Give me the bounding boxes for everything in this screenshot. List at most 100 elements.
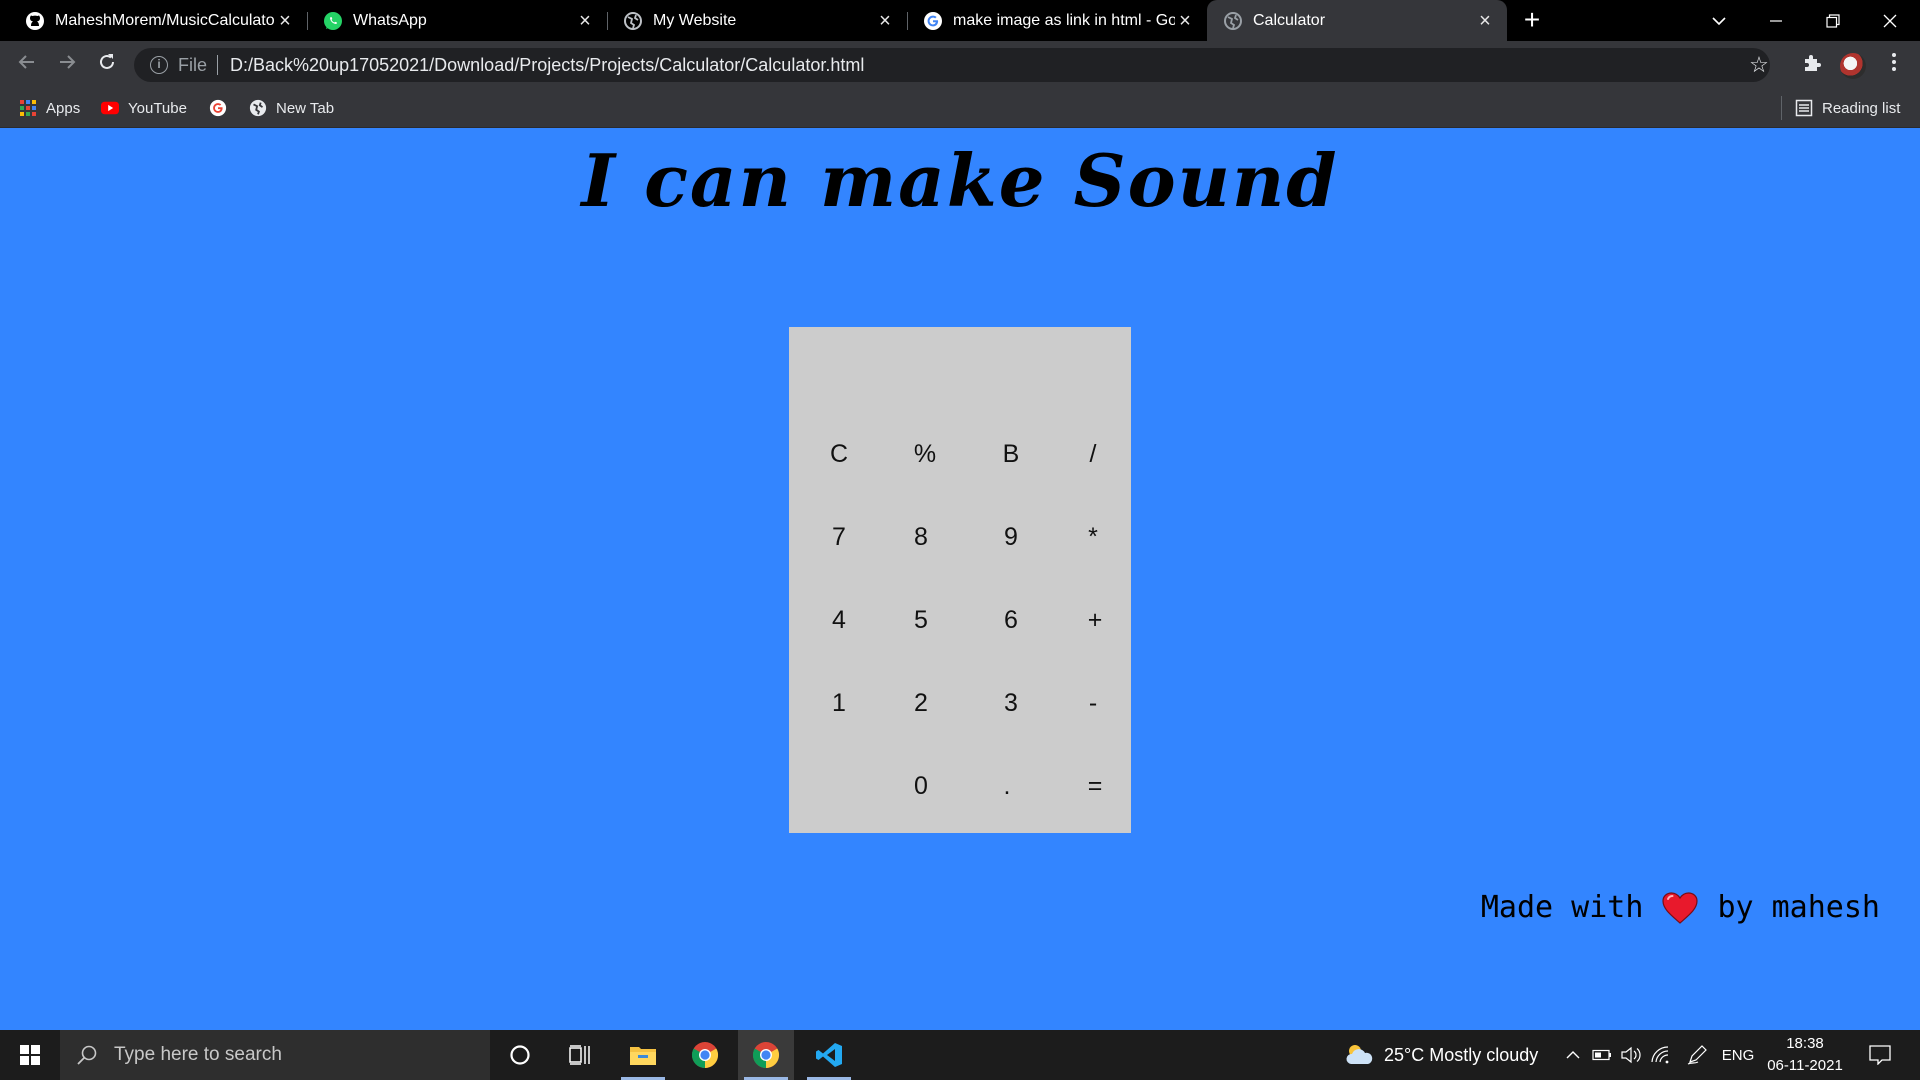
close-window-button[interactable] <box>1865 0 1915 41</box>
search-placeholder: Type here to search <box>114 1044 282 1065</box>
windows-logo-icon <box>20 1045 40 1065</box>
profile-avatar[interactable] <box>1840 53 1866 79</box>
forward-button[interactable] <box>52 50 82 80</box>
tab-title: MaheshMorem/MusicCalculator: <box>55 11 275 29</box>
tab-github[interactable]: MaheshMorem/MusicCalculator: × <box>0 0 307 41</box>
close-tab-icon[interactable]: × <box>1175 11 1195 31</box>
bookmark-star-icon[interactable]: ☆ <box>1748 54 1770 76</box>
volume-icon[interactable] <box>1619 1030 1643 1080</box>
notification-center-icon[interactable] <box>1862 1030 1898 1080</box>
apps-grid-icon <box>19 99 37 117</box>
key-equals[interactable]: = <box>1053 752 1137 820</box>
calculator: C % B / 7 8 9 * 4 5 6 + 1 2 3 - 0 . = <box>789 327 1131 833</box>
weather-cloudy-icon <box>1346 1045 1373 1064</box>
system-clock[interactable]: 18:38 06-11-2021 <box>1760 1033 1850 1077</box>
pen-workspace-icon[interactable] <box>1684 1030 1710 1080</box>
reading-list-button[interactable]: Reading list <box>1795 88 1900 128</box>
key-clear[interactable]: C <box>797 420 881 488</box>
weather-text: 25°C Mostly cloudy <box>1384 1044 1539 1065</box>
tab-title: WhatsApp <box>353 11 427 29</box>
credit-text-after: by mahesh <box>1717 890 1880 925</box>
reading-list-icon <box>1795 99 1813 117</box>
globe-icon <box>249 99 267 117</box>
key-2[interactable]: 2 <box>879 669 963 737</box>
bookmark-google[interactable] <box>209 88 236 128</box>
calculator-display <box>789 327 1131 419</box>
key-multiply[interactable]: * <box>1051 503 1135 571</box>
key-0[interactable]: 0 <box>879 752 963 820</box>
bookmark-label: Apps <box>46 99 81 117</box>
bookmark-new-tab[interactable]: New Tab <box>249 88 334 128</box>
search-icon <box>76 1043 100 1067</box>
key-minus[interactable]: - <box>1051 669 1135 737</box>
minimize-button[interactable] <box>1751 0 1801 41</box>
key-9[interactable]: 9 <box>969 503 1053 571</box>
cortana-icon[interactable] <box>492 1030 548 1080</box>
back-button[interactable] <box>12 50 42 80</box>
reading-list-label: Reading list <box>1822 99 1901 117</box>
key-8[interactable]: 8 <box>879 503 963 571</box>
key-percent[interactable]: % <box>883 420 967 488</box>
tab-whatsapp[interactable]: WhatsApp × <box>307 0 607 41</box>
google-icon <box>923 11 943 31</box>
windows-taskbar: Type here to search 25°C Mostly cloudy E… <box>0 1030 1920 1080</box>
key-plus[interactable]: + <box>1053 586 1137 654</box>
task-view-icon[interactable] <box>552 1030 608 1080</box>
page-heading: I can make Sound <box>581 138 1339 223</box>
battery-icon[interactable] <box>1590 1030 1614 1080</box>
tab-calculator[interactable]: Calculator × <box>1207 0 1507 41</box>
menu-kebab-icon[interactable] <box>1880 51 1908 79</box>
tab-title: Calculator <box>1253 11 1326 29</box>
github-icon <box>25 11 45 31</box>
bookmark-youtube[interactable]: YouTube <box>101 88 187 128</box>
key-5[interactable]: 5 <box>879 586 963 654</box>
key-divide[interactable]: / <box>1051 420 1135 488</box>
browser-toolbar: i File D:/Back%20up17052021/Download/Pro… <box>0 41 1920 88</box>
language-indicator[interactable]: ENG <box>1718 1030 1758 1080</box>
key-7[interactable]: 7 <box>797 503 881 571</box>
address-bar[interactable]: i File D:/Back%20up17052021/Download/Pro… <box>134 48 1770 82</box>
weather-widget[interactable]: 25°C Mostly cloudy <box>1344 1030 1538 1080</box>
start-button[interactable] <box>0 1030 60 1080</box>
close-tab-icon[interactable]: × <box>1475 11 1495 31</box>
key-backspace[interactable]: B <box>969 420 1053 488</box>
extensions-icon[interactable] <box>1798 51 1826 79</box>
chrome-active-icon[interactable] <box>738 1030 794 1080</box>
url-scheme: File <box>178 55 219 75</box>
whatsapp-icon <box>323 11 343 31</box>
wifi-icon[interactable] <box>1648 1030 1672 1080</box>
key-1[interactable]: 1 <box>797 669 881 737</box>
file-explorer-icon[interactable] <box>615 1030 671 1080</box>
key-decimal[interactable]: . <box>965 752 1049 820</box>
tab-title: make image as link in html - Goo <box>953 11 1175 29</box>
close-tab-icon[interactable]: × <box>575 11 595 31</box>
key-4[interactable]: 4 <box>797 586 881 654</box>
key-3[interactable]: 3 <box>969 669 1053 737</box>
close-tab-icon[interactable]: × <box>875 11 895 31</box>
close-tab-icon[interactable]: × <box>275 11 295 31</box>
bookmarks-divider <box>1781 96 1782 120</box>
key-6[interactable]: 6 <box>969 586 1053 654</box>
bookmark-label: YouTube <box>128 99 187 117</box>
chrome-icon[interactable] <box>677 1030 733 1080</box>
reload-button[interactable] <box>92 50 122 80</box>
key-empty <box>797 752 881 820</box>
bookmark-apps[interactable]: Apps <box>19 88 80 128</box>
globe-icon <box>1223 11 1243 31</box>
tab-search-icon[interactable] <box>1694 0 1744 41</box>
page-viewport: I can make Sound C % B / 7 8 9 * 4 5 6 +… <box>0 128 1920 1030</box>
heart-icon <box>1661 891 1699 925</box>
restore-button[interactable] <box>1808 0 1858 41</box>
tab-google-search[interactable]: make image as link in html - Goo × <box>907 0 1207 41</box>
url-text[interactable]: D:/Back%20up17052021/Download/Projects/P… <box>230 55 864 76</box>
site-info-icon[interactable]: i <box>150 56 168 74</box>
credit-text-before: Made with <box>1480 890 1644 925</box>
google-icon <box>209 99 227 117</box>
new-tab-button[interactable]: + <box>1519 6 1545 34</box>
show-hidden-icons-chevron-icon[interactable] <box>1562 1030 1584 1080</box>
tab-my-website[interactable]: My Website × <box>607 0 907 41</box>
vscode-icon[interactable] <box>801 1030 857 1080</box>
taskbar-search-box[interactable]: Type here to search <box>60 1030 490 1080</box>
bookmarks-bar: Apps YouTube New Tab Reading list <box>0 88 1920 128</box>
browser-tab-strip: MaheshMorem/MusicCalculator: × WhatsApp … <box>0 0 1920 41</box>
